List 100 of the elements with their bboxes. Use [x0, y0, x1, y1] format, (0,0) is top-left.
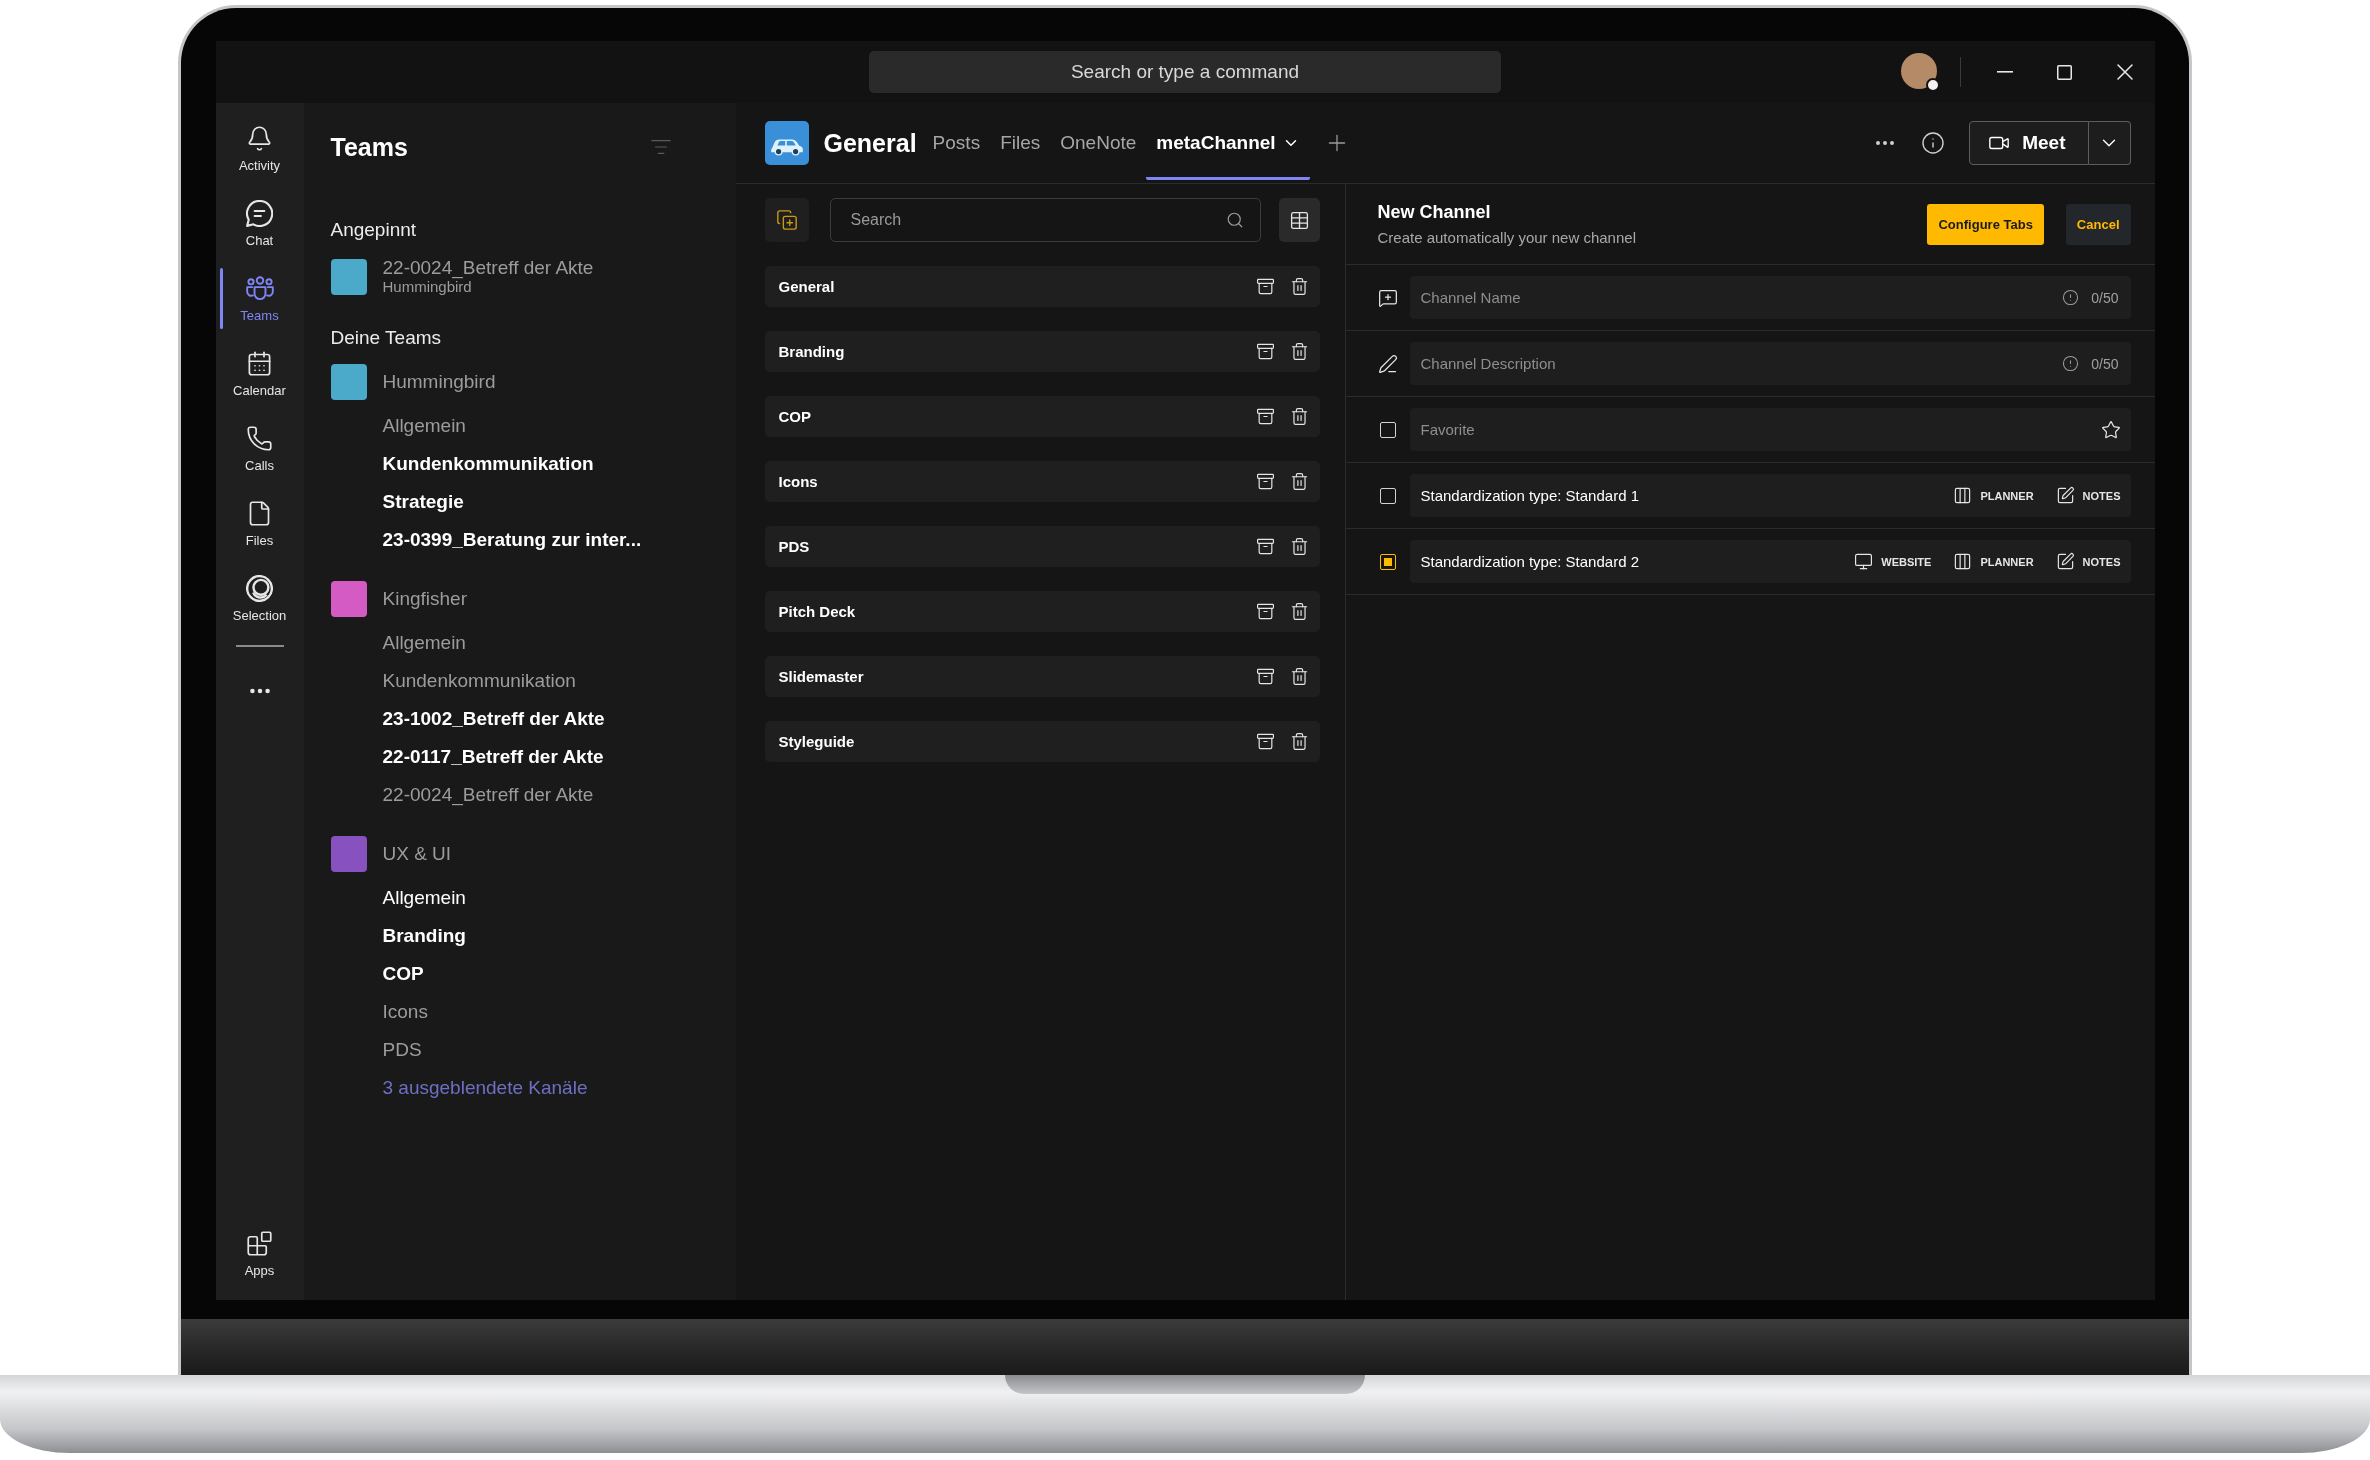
- rail-button[interactable]: Activity: [215, 111, 304, 186]
- character-counter: 0/50: [2091, 355, 2119, 372]
- channel-row[interactable]: General: [764, 266, 1320, 307]
- trash-icon[interactable]: [1289, 667, 1309, 686]
- pinned-channel-item[interactable]: 22-0024_Betreff der Akte Hummingbird: [330, 258, 594, 296]
- channel-row[interactable]: Pitch Deck: [764, 591, 1320, 632]
- section-heading: Angepinnt: [330, 218, 417, 242]
- maximize-icon: [2057, 64, 2072, 80]
- bell-icon: [246, 124, 273, 152]
- pencil-icon: [1377, 353, 1398, 374]
- search-input[interactable]: Search: [850, 200, 1216, 240]
- rail-button[interactable]: Calls: [215, 411, 304, 486]
- table-icon: [1288, 209, 1310, 231]
- rail-button[interactable]: Selection: [215, 561, 304, 636]
- channel-row[interactable]: Icons: [764, 461, 1320, 502]
- panel-title: Teams: [330, 132, 408, 162]
- close-icon: [2116, 64, 2133, 80]
- command-search-field[interactable]: Search or type a command: [869, 51, 1501, 93]
- channel-row[interactable]: PDS: [764, 526, 1320, 567]
- channel-item[interactable]: Strategie: [382, 483, 464, 521]
- channel-item[interactable]: Allgemein: [382, 879, 466, 917]
- trash-icon[interactable]: [1289, 277, 1309, 296]
- columns-icon: [1953, 486, 1973, 505]
- team-item[interactable]: Kingfisher: [330, 581, 467, 617]
- app-tag-label: NOTES: [2082, 555, 2121, 568]
- monitor-icon: [1854, 552, 1874, 571]
- option-label: Favorite: [1420, 421, 1475, 438]
- columns-icon: [1953, 552, 1973, 571]
- tab[interactable]: Posts: [922, 106, 991, 180]
- add-copy-icon: [775, 209, 798, 231]
- note-pen-icon: [2055, 552, 2075, 571]
- info-icon[interactable]: [1921, 131, 1946, 155]
- chat-icon: [246, 199, 273, 227]
- note-pen-icon: [2055, 486, 2075, 505]
- hidden-channels-link[interactable]: 3 ausgeblendete Kanäle: [382, 1069, 588, 1107]
- search-field[interactable]: Search: [829, 198, 1261, 242]
- form-title: New Channel: [1377, 202, 1491, 223]
- checkbox[interactable]: [1379, 487, 1396, 504]
- rail-button[interactable]: Apps: [215, 1216, 304, 1291]
- archive-icon[interactable]: [1255, 602, 1275, 621]
- archive-icon[interactable]: [1255, 537, 1275, 556]
- avatar-icon[interactable]: [1899, 52, 1940, 92]
- channel-item[interactable]: Kundenkommunikation: [382, 445, 594, 483]
- phone-icon: [246, 424, 273, 452]
- section-heading: Deine Teams: [330, 326, 442, 350]
- channel-item[interactable]: 22-0024_Betreff der Akte: [382, 776, 594, 814]
- archive-icon[interactable]: [1255, 342, 1275, 361]
- meet-options-button[interactable]: [2088, 121, 2131, 165]
- add-channel-button[interactable]: [764, 198, 809, 242]
- channel-row[interactable]: Branding: [764, 331, 1320, 372]
- channel-row[interactable]: COP: [764, 396, 1320, 437]
- trash-icon[interactable]: [1289, 342, 1309, 361]
- checkbox[interactable]: [1379, 421, 1396, 438]
- archive-icon[interactable]: [1255, 407, 1275, 426]
- channel-add-icon: [1377, 287, 1398, 308]
- channel-item[interactable]: PDS: [382, 1031, 422, 1069]
- trash-icon[interactable]: [1289, 472, 1309, 491]
- channel-name-field[interactable]: Channel Name 0/50: [1409, 276, 2131, 319]
- trash-icon[interactable]: [1289, 537, 1309, 556]
- channel-item[interactable]: Allgemein: [382, 407, 466, 445]
- channel-item[interactable]: 23-0399_Beratung zur inter...: [382, 521, 642, 559]
- configure-tabs-button[interactable]: Configure Tabs: [1927, 203, 2044, 245]
- rail-button[interactable]: Calendar: [215, 336, 304, 411]
- channel-row[interactable]: Slidemaster: [764, 656, 1320, 697]
- team-item[interactable]: UX & UI: [330, 836, 452, 872]
- text-input[interactable]: Channel Name: [1420, 277, 2051, 318]
- channel-item[interactable]: 23-1002_Betreff der Akte: [382, 700, 605, 738]
- checkbox[interactable]: [1379, 553, 1396, 570]
- archive-icon[interactable]: [1255, 667, 1275, 686]
- archive-icon[interactable]: [1255, 732, 1275, 751]
- tab[interactable]: OneNote: [1050, 106, 1147, 180]
- text-input[interactable]: Channel Description: [1420, 343, 2051, 384]
- channel-item[interactable]: Kundenkommunikation: [382, 662, 576, 700]
- form-subtitle: Create automatically your new channel: [1377, 229, 1636, 246]
- channel-item[interactable]: Branding: [382, 917, 466, 955]
- archive-icon[interactable]: [1255, 472, 1275, 491]
- rail-button[interactable]: Files: [215, 486, 304, 561]
- trash-icon[interactable]: [1289, 602, 1309, 621]
- channel-item[interactable]: Icons: [382, 993, 428, 1031]
- trash-icon[interactable]: [1289, 732, 1309, 751]
- tab[interactable]: metaChannel: [1146, 106, 1310, 180]
- rail-button[interactable]: Teams: [215, 261, 304, 336]
- apps-icon: [246, 1229, 273, 1257]
- channel-item[interactable]: 22-0117_Betreff der Akte: [382, 738, 604, 776]
- tab[interactable]: Files: [990, 106, 1051, 180]
- channel-title: General: [823, 128, 917, 158]
- alert-circle-icon: [2062, 355, 2080, 372]
- meet-button[interactable]: Meet: [1969, 121, 2089, 165]
- team-item[interactable]: Hummingbird: [330, 364, 496, 400]
- trash-icon[interactable]: [1289, 407, 1309, 426]
- channel-item[interactable]: Allgemein: [382, 624, 466, 662]
- channel-item[interactable]: COP: [382, 955, 424, 993]
- calendar-icon: [246, 349, 273, 377]
- table-view-button[interactable]: [1278, 198, 1320, 242]
- star-icon[interactable]: [2100, 419, 2121, 440]
- archive-icon[interactable]: [1255, 277, 1275, 296]
- rail-button[interactable]: Chat: [215, 186, 304, 261]
- channel-description-field[interactable]: Channel Description 0/50: [1409, 342, 2131, 385]
- cancel-button[interactable]: Cancel: [2065, 203, 2131, 245]
- channel-row[interactable]: Styleguide: [764, 721, 1320, 762]
